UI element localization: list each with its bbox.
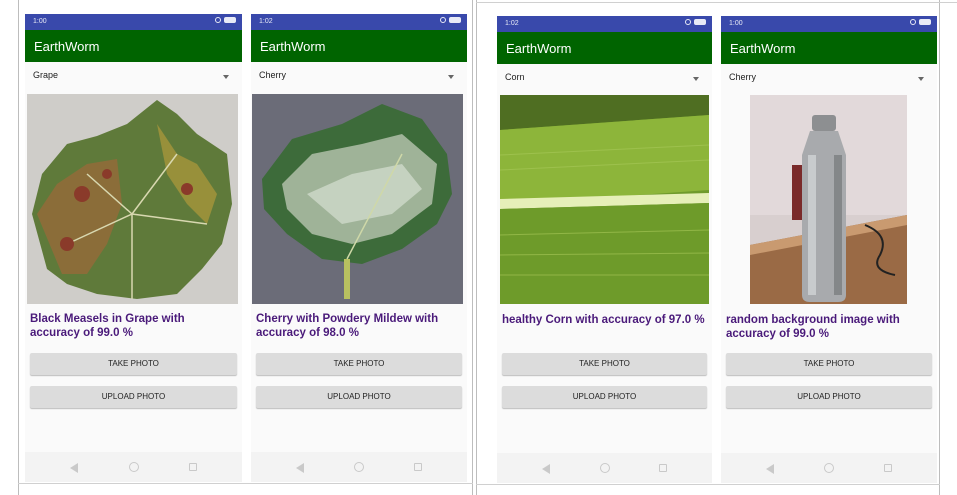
- battery-icon: [694, 19, 706, 25]
- nav-back-icon[interactable]: [296, 463, 304, 473]
- dropdown-arrow-icon: [448, 75, 454, 79]
- upload-photo-button[interactable]: UPLOAD PHOTO: [30, 386, 237, 408]
- app-title: EarthWorm: [34, 39, 100, 54]
- status-time: 1:00: [729, 20, 743, 27]
- phone-screen-corn: 1:02 EarthWorm Corn healthy Corn with ac…: [497, 16, 712, 483]
- crop-spinner[interactable]: Grape: [25, 62, 242, 90]
- wifi-icon: [685, 19, 691, 25]
- phone-screen-cherry: 1:02 EarthWorm Cherry Cherry with Powder…: [251, 14, 467, 482]
- bottle-photo: [750, 95, 907, 304]
- status-icons: [910, 19, 931, 25]
- battery-icon: [449, 17, 461, 23]
- nav-recent-icon[interactable]: [189, 463, 197, 471]
- crop-spinner[interactable]: Cherry: [721, 64, 937, 92]
- status-icons: [440, 17, 461, 23]
- nav-back-icon[interactable]: [766, 464, 774, 474]
- take-photo-button[interactable]: TAKE PHOTO: [256, 353, 462, 375]
- nav-bar: [497, 453, 712, 483]
- upload-photo-button[interactable]: UPLOAD PHOTO: [726, 386, 932, 408]
- nav-back-icon[interactable]: [70, 463, 78, 473]
- upload-photo-button[interactable]: UPLOAD PHOTO: [256, 386, 462, 408]
- wifi-icon: [910, 19, 916, 25]
- take-photo-button[interactable]: TAKE PHOTO: [502, 353, 707, 375]
- nav-bar: [251, 452, 467, 482]
- nav-bar: [25, 452, 242, 482]
- app-bar: EarthWorm: [251, 30, 467, 62]
- frame-divider: [18, 483, 473, 484]
- app-bar: EarthWorm: [25, 30, 242, 62]
- frame-divider: [476, 2, 957, 3]
- nav-recent-icon[interactable]: [414, 463, 422, 471]
- battery-icon: [919, 19, 931, 25]
- nav-bar: [721, 453, 937, 483]
- spinner-value: Cherry: [729, 72, 757, 82]
- app-bar: EarthWorm: [497, 32, 712, 64]
- status-time: 1:02: [259, 18, 273, 25]
- app-title: EarthWorm: [506, 41, 572, 56]
- leaf-photo: [27, 94, 238, 304]
- status-bar: 1:02: [251, 14, 467, 30]
- wifi-icon: [440, 17, 446, 23]
- spinner-value: Cherry: [259, 70, 287, 80]
- nav-home-icon[interactable]: [599, 463, 610, 473]
- phone-screen-random: 1:00 EarthWorm Cherry random background …: [721, 16, 937, 483]
- phone-screen-grape: 1:00 EarthWorm Grape Black Measels in Gr…: [25, 14, 242, 482]
- frame-divider: [939, 0, 940, 495]
- status-icons: [215, 17, 236, 23]
- spinner-value: Grape: [33, 70, 59, 80]
- nav-back-icon[interactable]: [542, 464, 550, 474]
- frame-divider: [472, 0, 473, 495]
- status-bar: 1:00: [721, 16, 937, 32]
- nav-recent-icon[interactable]: [884, 464, 892, 472]
- dropdown-arrow-icon: [693, 77, 699, 81]
- prediction-result: Cherry with Powdery Mildew with accuracy…: [256, 313, 439, 339]
- prediction-result: healthy Corn with accuracy of 97.0 %: [502, 314, 705, 326]
- frame-divider: [18, 0, 19, 495]
- wifi-icon: [215, 17, 221, 23]
- dropdown-arrow-icon: [223, 75, 229, 79]
- dropdown-arrow-icon: [918, 77, 924, 81]
- upload-photo-button[interactable]: UPLOAD PHOTO: [502, 386, 707, 408]
- take-photo-button[interactable]: TAKE PHOTO: [30, 353, 237, 375]
- crop-spinner[interactable]: Corn: [497, 64, 712, 92]
- app-bar: EarthWorm: [721, 32, 937, 64]
- crop-spinner[interactable]: Cherry: [251, 62, 467, 90]
- battery-icon: [224, 17, 236, 23]
- frame-divider: [476, 0, 477, 495]
- take-photo-button[interactable]: TAKE PHOTO: [726, 353, 932, 375]
- prediction-result: random background image with accuracy of…: [726, 314, 900, 340]
- status-time: 1:02: [505, 20, 519, 27]
- leaf-photo: [500, 95, 709, 304]
- status-bar: 1:02: [497, 16, 712, 32]
- frame-divider: [476, 484, 940, 485]
- status-bar: 1:00: [25, 14, 242, 30]
- app-title: EarthWorm: [730, 41, 796, 56]
- prediction-result: Black Measels in Grape with accuracy of …: [30, 313, 185, 339]
- app-title: EarthWorm: [260, 39, 326, 54]
- status-time: 1:00: [33, 18, 47, 25]
- spinner-value: Corn: [505, 72, 525, 82]
- status-icons: [685, 19, 706, 25]
- nav-home-icon[interactable]: [128, 462, 139, 472]
- nav-home-icon[interactable]: [354, 462, 364, 472]
- nav-home-icon[interactable]: [824, 463, 834, 473]
- nav-recent-icon[interactable]: [659, 464, 667, 472]
- leaf-photo: [252, 94, 463, 304]
